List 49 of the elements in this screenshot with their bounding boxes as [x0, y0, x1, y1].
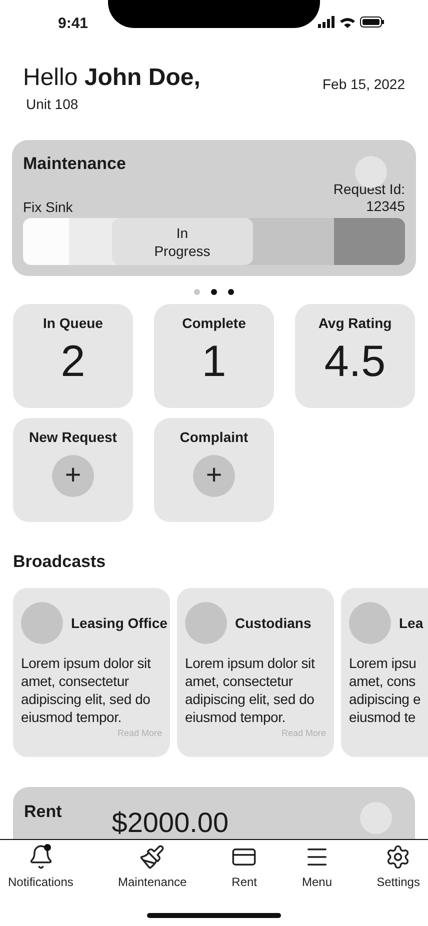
action-card[interactable]: New Request + [13, 418, 133, 522]
nav-tab[interactable]: Settings [374, 844, 422, 889]
stat-value: 4.5 [324, 337, 386, 387]
nav-tab[interactable]: Notifications [6, 844, 76, 889]
broadcast-text: Lorem ipsum dolor sit amet, consectetur adipiscing elit, sed do eiusmod tempor. [185, 654, 315, 726]
wifi-icon [340, 16, 355, 28]
battery-icon [360, 16, 384, 28]
stat-label: In Queue [43, 315, 103, 331]
nav-tab[interactable]: Menu [300, 844, 334, 889]
sender-name: Custodians [235, 615, 312, 631]
card-title: Maintenance [23, 154, 126, 174]
carousel-dot[interactable] [211, 289, 217, 295]
stat-label: Complete [182, 315, 246, 331]
bell-icon [28, 844, 54, 870]
carousel-dot[interactable] [228, 289, 234, 295]
unit-label: Unit 108 [26, 96, 80, 112]
action-card[interactable]: Complaint + [154, 418, 274, 522]
action-label: New Request [29, 429, 117, 445]
request-id: Request Id: 12345 [333, 181, 405, 215]
avatar-circle [349, 602, 391, 644]
rent-amount: $2000.00 [112, 807, 229, 839]
paintbrush-icon [139, 844, 166, 870]
progress-stage: In Progress [112, 218, 253, 265]
avatar-circle [185, 602, 227, 644]
rent-card[interactable]: Rent $2000.00 [13, 787, 415, 839]
nav-tab[interactable]: Rent [229, 844, 260, 889]
stat-value: 1 [202, 337, 226, 387]
broadcast-card[interactable]: Lea Lorem ipsu amet, cons adipiscing e eiusmod te [341, 588, 428, 757]
action-label: Complaint [180, 429, 248, 445]
request-title: Fix Sink [23, 199, 73, 215]
broadcast-text: Lorem ipsu amet, cons adipiscing e eiusmod te [349, 654, 421, 726]
nav-tab[interactable]: Maintenance [116, 844, 189, 889]
add-button[interactable]: + [193, 455, 235, 497]
stat-label: Avg Rating [318, 315, 392, 331]
status-time: 9:41 [58, 14, 88, 32]
sender-name: Leasing Office [71, 615, 168, 631]
gear-icon [385, 844, 412, 870]
broadcast-text: Lorem ipsum dolor sit amet, consectetur adipiscing elit, sed do eiusmod tempor. [21, 654, 151, 726]
greeting: Hello John Doe, [23, 64, 200, 92]
stat-value: 2 [60, 337, 86, 387]
maintenance-card[interactable]: Maintenance Fix Sink Request Id: 12345 In Progress [12, 140, 416, 276]
signal-icon [318, 16, 335, 28]
sender-name: Lea [399, 615, 424, 631]
date-label: Feb 15, 2022 [322, 76, 405, 94]
card-title: Rent [24, 802, 62, 822]
section-title: Broadcasts [13, 552, 107, 572]
add-button[interactable]: + [52, 455, 94, 497]
avatar-circle [21, 602, 63, 644]
carousel-dot[interactable] [194, 289, 200, 295]
